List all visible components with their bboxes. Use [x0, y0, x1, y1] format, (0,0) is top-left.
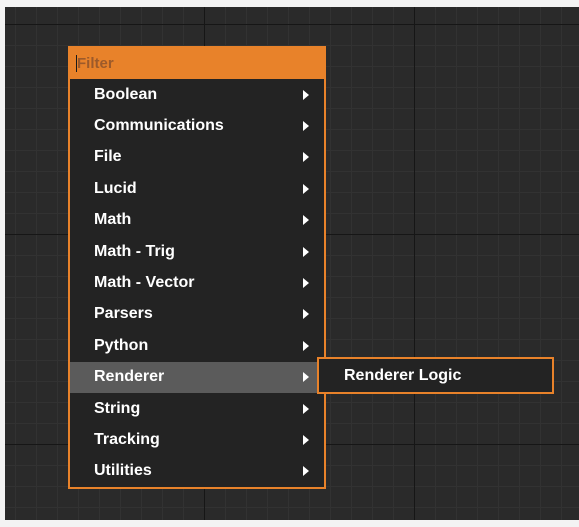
menu-item-parsers[interactable]: Parsers: [70, 299, 324, 330]
menu-item-label: Parsers: [94, 305, 153, 323]
menu-item-label: Math - Trig: [94, 242, 175, 260]
menu-item-label: String: [94, 399, 141, 417]
chevron-right-icon: [303, 183, 309, 194]
menu-item-label: Lucid: [94, 179, 137, 197]
submenu-item-renderer-logic[interactable]: Renderer Logic: [344, 367, 461, 385]
menu-item-python[interactable]: Python: [70, 330, 324, 361]
menu-item-boolean[interactable]: Boolean: [70, 79, 324, 110]
menu-item-lucid[interactable]: Lucid: [70, 173, 324, 204]
menu-item-label: File: [94, 148, 122, 166]
menu-item-math-vector[interactable]: Math - Vector: [70, 267, 324, 298]
chevron-right-icon: [303, 309, 309, 320]
node-menu: Boolean Communications File Lucid Math M…: [68, 46, 326, 490]
menu-item-communications[interactable]: Communications: [70, 110, 324, 141]
menu-item-label: Renderer: [94, 368, 165, 386]
filter-input[interactable]: [77, 55, 307, 72]
menu-item-label: Python: [94, 336, 149, 354]
menu-item-utilities[interactable]: Utilities: [70, 456, 324, 487]
chevron-right-icon: [303, 121, 309, 132]
menu-item-file[interactable]: File: [70, 142, 324, 173]
chevron-right-icon: [303, 152, 309, 163]
chevron-right-icon: [303, 215, 309, 226]
menu-item-renderer[interactable]: Renderer: [70, 361, 324, 393]
menu-item-math[interactable]: Math: [70, 205, 324, 236]
menu-item-math-trig[interactable]: Math - Trig: [70, 236, 324, 267]
menu-item-label: Math: [94, 211, 132, 229]
chevron-right-icon: [303, 466, 309, 477]
chevron-right-icon: [303, 403, 309, 414]
chevron-right-icon: [303, 340, 309, 351]
node-graph-canvas[interactable]: Boolean Communications File Lucid Math M…: [5, 7, 579, 520]
menu-item-tracking[interactable]: Tracking: [70, 424, 324, 455]
chevron-right-icon: [303, 372, 309, 383]
menu-item-string[interactable]: String: [70, 393, 324, 424]
menu-item-label: Utilities: [94, 462, 152, 480]
menu-item-label: Tracking: [94, 430, 160, 448]
chevron-right-icon: [303, 246, 309, 257]
filter-bar: [70, 48, 324, 79]
chevron-right-icon: [303, 434, 309, 445]
menu-item-label: Boolean: [94, 85, 158, 103]
menu-item-label: Communications: [94, 117, 224, 135]
submenu: Renderer Logic: [317, 357, 554, 394]
chevron-right-icon: [303, 278, 309, 289]
menu-item-label: Math - Vector: [94, 274, 195, 292]
text-cursor: [76, 55, 77, 72]
chevron-right-icon: [303, 89, 309, 100]
